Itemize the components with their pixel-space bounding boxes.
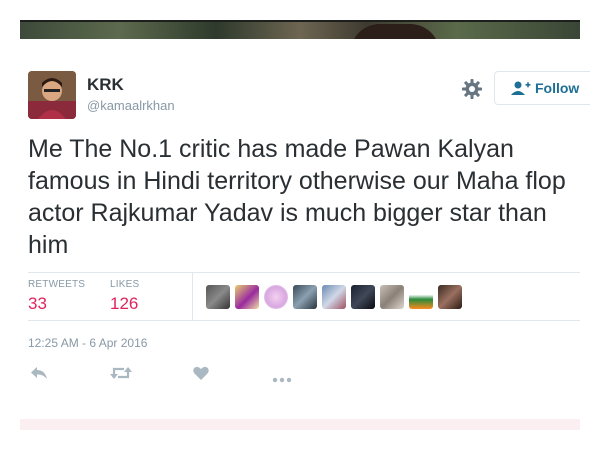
liker-avatar[interactable] — [438, 285, 462, 309]
retweets-label: RETWEETS — [28, 279, 86, 290]
liker-avatar[interactable] — [322, 285, 346, 309]
retweet-icon[interactable] — [110, 366, 132, 385]
liker-avatar[interactable] — [293, 285, 317, 309]
page-footer-strip — [20, 419, 580, 430]
divider — [28, 320, 580, 321]
retweets-count[interactable]: 33 — [28, 294, 47, 314]
follow-button[interactable]: Follow — [494, 71, 590, 105]
author-handle[interactable]: @kamaalrkhan — [87, 98, 175, 113]
heart-icon[interactable] — [193, 366, 209, 385]
divider — [28, 272, 580, 273]
reply-icon[interactable] — [30, 366, 48, 385]
liker-avatar[interactable] — [409, 285, 433, 309]
add-user-icon — [511, 81, 531, 100]
stats-separator — [192, 272, 193, 320]
tweet-text: Me The No.1 critic has made Pawan Kalyan… — [28, 135, 566, 259]
gear-icon[interactable] — [461, 78, 483, 100]
follow-label: Follow — [535, 80, 580, 96]
tweet-timestamp[interactable]: 12:25 AM - 6 Apr 2016 — [28, 336, 147, 350]
header-image — [20, 20, 580, 39]
liker-avatar[interactable] — [351, 285, 375, 309]
liker-avatar[interactable] — [235, 285, 259, 309]
likes-label: LIKES — [110, 279, 140, 290]
likes-count[interactable]: 126 — [110, 294, 138, 314]
liker-avatar[interactable] — [206, 285, 230, 309]
more-icon[interactable] — [272, 370, 292, 388]
author-name[interactable]: KRK — [87, 75, 124, 95]
embedded-tweet: KRK @kamaalrkhan Follow Me The No.1 crit… — [20, 39, 590, 419]
liker-avatar[interactable] — [264, 285, 288, 309]
liker-avatar[interactable] — [380, 285, 404, 309]
avatar[interactable] — [28, 71, 76, 119]
